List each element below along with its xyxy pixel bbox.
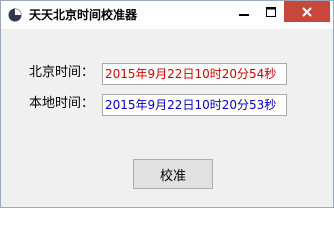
maximize-icon [265, 6, 276, 17]
app-window: 天天北京时间校准器 北京时间： 2015年9月22日10时20分54秒 本地时间… [0, 0, 334, 208]
title-bar[interactable]: 天天北京时间校准器 [1, 1, 333, 29]
window-title: 天天北京时间校准器 [29, 8, 138, 22]
minimize-icon [238, 13, 249, 16]
beijing-time-field[interactable]: 2015年9月22日10时20分54秒 [102, 63, 287, 85]
close-button[interactable] [284, 1, 330, 22]
calibrate-button[interactable]: 校准 [133, 159, 213, 189]
local-time-label: 本地时间： [29, 96, 95, 111]
beijing-time-label: 北京时间： [29, 65, 95, 80]
clock-icon [8, 8, 22, 22]
maximize-button[interactable] [257, 1, 284, 22]
minimize-button[interactable] [230, 1, 257, 22]
close-icon [302, 6, 312, 17]
local-time-field[interactable]: 2015年9月22日10时20分53秒 [102, 94, 287, 116]
